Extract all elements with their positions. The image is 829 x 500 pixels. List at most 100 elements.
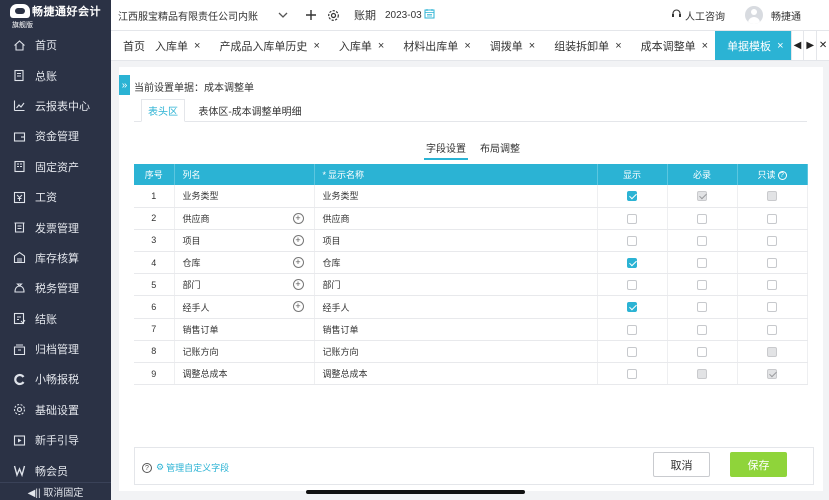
tab-7[interactable]: 成本调整单 ×	[629, 31, 715, 60]
required-checkbox[interactable]	[697, 257, 707, 268]
company-selector[interactable]: 江西服宝精品有限责任公司内账	[118, 8, 296, 23]
show-checkbox[interactable]	[627, 235, 637, 246]
sidebar-item-label: 总账	[35, 70, 57, 83]
top-header: 江西服宝精品有限责任公司内账 账期 2023-03 人工咨询 畅捷通	[111, 0, 829, 31]
tab-header-area[interactable]: 表头区	[141, 99, 185, 122]
show-checkbox[interactable]	[627, 346, 637, 357]
field-settings-table: 序号 列名 * 显示名称 显示 必录 只读? 1 业务类型 业务类型 2 供应商 + 供应商 3…	[134, 164, 808, 386]
tab-2[interactable]: 产成品入库单历史 ×	[207, 31, 326, 60]
scroll-left-icon[interactable]: ◀	[790, 31, 804, 60]
add-icon[interactable]	[304, 8, 318, 22]
close-icon[interactable]: ×	[194, 40, 200, 52]
sidebar-item-8[interactable]: 税务管理	[0, 273, 111, 303]
display-name-cell[interactable]: 部门	[314, 273, 598, 297]
required-checkbox[interactable]	[697, 280, 707, 291]
readonly-checkbox[interactable]	[767, 235, 777, 246]
show-checkbox[interactable]	[627, 191, 637, 202]
display-name-cell[interactable]: 业务类型	[314, 185, 598, 208]
show-checkbox[interactable]	[627, 280, 637, 291]
help-icon[interactable]: ?	[777, 171, 787, 181]
gear-icon[interactable]	[326, 8, 340, 22]
col-header-display-name: * 显示名称	[314, 164, 598, 185]
tab-0[interactable]: 首页	[111, 31, 153, 60]
readonly-checkbox[interactable]	[767, 302, 777, 313]
sidebar-item-10[interactable]: 归档管理	[0, 334, 111, 364]
tab-field-settings[interactable]: 字段设置	[424, 140, 468, 160]
sidebar-item-11[interactable]: 小畅报税	[0, 364, 111, 394]
display-name-cell[interactable]: 调整总成本	[314, 362, 598, 386]
username[interactable]: 畅捷通	[771, 8, 801, 23]
required-checkbox[interactable]	[697, 213, 707, 224]
tab-8[interactable]: 单据模板 ×	[715, 31, 791, 60]
close-icon[interactable]: ×	[529, 40, 535, 52]
show-checkbox[interactable]	[627, 213, 637, 224]
required-checkbox[interactable]	[697, 346, 707, 357]
display-name-cell[interactable]: 供应商	[314, 207, 598, 230]
sidebar-item-9[interactable]: 结账	[0, 304, 111, 334]
expand-icon[interactable]: »	[119, 75, 130, 95]
cancel-button[interactable]: 取消	[653, 452, 710, 477]
required-checkbox[interactable]	[697, 235, 707, 246]
gear-icon	[13, 403, 26, 416]
required-checkbox[interactable]	[697, 324, 707, 335]
tab-5[interactable]: 调拨单 ×	[478, 31, 542, 60]
close-icon[interactable]: ×	[464, 40, 470, 52]
cloud-logo-icon	[10, 4, 30, 18]
readonly-cell	[737, 185, 808, 208]
tab-label: 首页	[123, 40, 145, 53]
readonly-checkbox[interactable]	[767, 324, 777, 335]
sidebar-item-0[interactable]: 首页	[0, 30, 111, 60]
close-icon[interactable]: ×	[378, 40, 384, 52]
avatar[interactable]	[745, 6, 763, 24]
row-number: 3	[134, 229, 175, 253]
readonly-checkbox[interactable]	[767, 213, 777, 224]
display-name-cell[interactable]: 项目	[314, 229, 598, 253]
sidebar-item-4[interactable]: 固定资产	[0, 152, 111, 182]
add-circle-icon[interactable]: +	[292, 301, 304, 313]
close-icon[interactable]: ×	[702, 40, 708, 52]
tab-4[interactable]: 材料出库单 ×	[391, 31, 477, 60]
close-icon[interactable]: ×	[777, 40, 783, 52]
show-checkbox[interactable]	[627, 324, 637, 335]
manage-custom-fields-link[interactable]: ? ⚙ 管理自定义字段	[142, 461, 229, 474]
support-link[interactable]: 人工咨询 畅捷通	[671, 6, 829, 24]
readonly-checkbox[interactable]	[767, 257, 777, 268]
display-name-cell[interactable]: 仓库	[314, 251, 598, 275]
sidebar-item-7[interactable]: 库存核算	[0, 243, 111, 273]
checkout-icon	[13, 312, 26, 325]
tab-layout-adjust[interactable]: 布局调整	[478, 140, 522, 160]
sidebar-item-3[interactable]: 资金管理	[0, 121, 111, 151]
display-name-cell[interactable]: 记账方向	[314, 340, 598, 364]
add-circle-icon[interactable]: +	[292, 234, 304, 246]
sidebar-item-13[interactable]: 新手引导	[0, 425, 111, 455]
close-icon[interactable]: ×	[615, 40, 621, 52]
sidebar-item-5[interactable]: 工资	[0, 182, 111, 212]
tab-6[interactable]: 组装拆卸单 ×	[542, 31, 628, 60]
period-value[interactable]: 2023-03	[385, 10, 422, 21]
readonly-checkbox[interactable]	[767, 280, 777, 291]
show-checkbox[interactable]	[627, 368, 637, 379]
tab-3[interactable]: 入库单 ×	[327, 31, 391, 60]
sidebar-item-1[interactable]: 总账	[0, 60, 111, 90]
close-icon[interactable]: ×	[313, 40, 319, 52]
display-name-cell[interactable]: 销售订单	[314, 318, 598, 341]
sidebar-item-12[interactable]: 基础设置	[0, 395, 111, 425]
close-all-icon[interactable]: ✕	[816, 31, 829, 60]
sidebar-item-2[interactable]: 云报表中心	[0, 91, 111, 121]
show-checkbox[interactable]	[627, 257, 637, 268]
add-circle-icon[interactable]: +	[292, 212, 304, 224]
required-checkbox[interactable]	[697, 302, 707, 313]
add-circle-icon[interactable]: +	[292, 257, 304, 269]
unpin-sidebar-button[interactable]: ◀|| 取消固定	[0, 482, 111, 500]
tab-body-area[interactable]: 表体区-成本调整单明细	[194, 99, 306, 122]
display-name-cell[interactable]: 经手人	[314, 295, 598, 319]
sidebar-item-6[interactable]: 发票管理	[0, 212, 111, 242]
scroll-right-icon[interactable]: ▶	[803, 31, 816, 60]
tab-1[interactable]: 入库单 ×	[153, 31, 207, 60]
show-checkbox[interactable]	[627, 302, 637, 313]
row-number: 1	[134, 185, 175, 208]
calendar-icon[interactable]	[424, 8, 435, 22]
c-logo-icon	[13, 373, 26, 386]
save-button[interactable]: 保存	[730, 452, 787, 477]
add-circle-icon[interactable]: +	[292, 279, 304, 291]
